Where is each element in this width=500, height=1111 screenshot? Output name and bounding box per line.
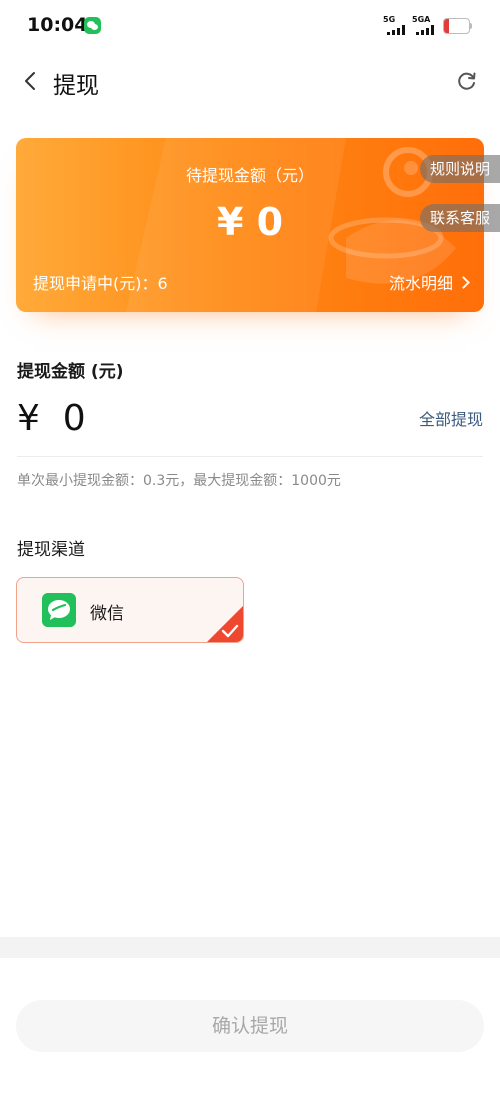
pending-amount-label: 待提现金额（元） xyxy=(185,166,314,185)
withdraw-all-button[interactable]: 全部提现 xyxy=(419,406,483,430)
wechat-notification-icon xyxy=(84,17,101,34)
transaction-details-label: 流水明细 xyxy=(388,274,453,293)
back-arrow-icon[interactable] xyxy=(20,70,42,92)
selected-check-icon xyxy=(207,606,243,642)
transaction-details-link[interactable]: 流水明细 xyxy=(388,270,470,294)
withdraw-amount-title: 提现金额 (元) xyxy=(17,362,124,382)
battery-icon: 20 xyxy=(443,18,470,34)
network-type-label: 5GA xyxy=(412,15,431,24)
customer-service-tab[interactable]: 联系客服 xyxy=(420,204,500,232)
wechat-pay-icon xyxy=(42,593,76,627)
network-type-label: 5G xyxy=(383,15,396,24)
chevron-right-icon xyxy=(457,276,470,289)
status-time: 10:04 xyxy=(27,14,88,36)
balance-card: 待提现金额（元） ¥ 0 提现申请中(元)：6 流水明细 xyxy=(16,138,484,312)
confirm-withdraw-button[interactable]: 确认提现 xyxy=(16,1000,484,1052)
pending-application-text: 提现申请中(元)：6 xyxy=(33,274,168,293)
withdraw-channel-title: 提现渠道 xyxy=(17,540,85,560)
nav-bar: 提现 xyxy=(0,56,500,108)
page-title: 提现 xyxy=(53,73,99,99)
bottom-separator xyxy=(0,937,500,958)
amount-row: 全部提现 xyxy=(17,394,483,444)
signal-strength-1: 5G xyxy=(383,15,409,37)
battery-percent: 20 xyxy=(448,18,465,32)
signal-strength-2: 5GA xyxy=(412,15,440,37)
withdraw-amount-input[interactable] xyxy=(17,394,397,442)
status-bar: 10:04 5G 5GA 20 xyxy=(0,0,500,52)
channel-option-wechat[interactable]: 微信 xyxy=(16,577,244,643)
rules-tab[interactable]: 规则说明 xyxy=(420,155,500,183)
refresh-icon[interactable] xyxy=(456,70,478,92)
battery-tip xyxy=(470,23,472,29)
withdraw-limit-note: 单次最小提现金额：0.3元，最大提现金额：1000元 xyxy=(17,473,341,489)
channel-option-label: 微信 xyxy=(90,604,124,624)
pending-amount-value: ¥ 0 xyxy=(216,200,284,244)
divider xyxy=(17,456,483,457)
